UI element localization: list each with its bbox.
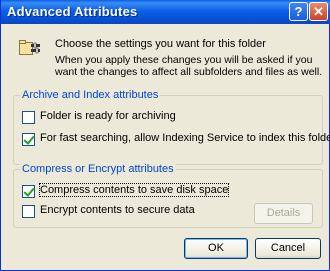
index-folder-checkbox[interactable] — [22, 133, 35, 146]
title-bar[interactable]: Advanced Attributes ? ✕ — [1, 0, 330, 24]
compress-checkbox[interactable] — [22, 185, 35, 198]
folder-settings-icon — [19, 40, 40, 55]
encrypt-label[interactable]: Encrypt contents to secure data — [40, 204, 195, 216]
details-button[interactable]: Details — [254, 203, 313, 224]
archive-ready-checkbox[interactable] — [22, 111, 35, 124]
archive-index-group: Archive and Index attributes Folder is r… — [13, 89, 330, 165]
archive-index-group-title: Archive and Index attributes — [20, 89, 161, 102]
ok-button[interactable]: OK — [184, 238, 248, 259]
cancel-button[interactable]: Cancel — [255, 238, 321, 259]
compress-encrypt-group: Compress or Encrypt attributes Compress … — [13, 163, 323, 228]
close-button[interactable]: ✕ — [309, 2, 328, 21]
advanced-attributes-dialog: Advanced Attributes ? ✕ Choose the setti… — [0, 0, 330, 271]
help-button[interactable]: ? — [289, 2, 308, 21]
index-folder-label[interactable]: For fast searching, allow Indexing Servi… — [40, 132, 330, 144]
window-title: Advanced Attributes — [7, 4, 138, 19]
compress-encrypt-group-title: Compress or Encrypt attributes — [20, 163, 176, 176]
encrypt-checkbox[interactable] — [22, 205, 35, 218]
intro-heading: Choose the settings you want for this fo… — [55, 38, 266, 50]
archive-ready-label[interactable]: Folder is ready for archiving — [40, 110, 176, 122]
compress-label[interactable]: Compress contents to save disk space — [38, 183, 230, 197]
intro-description: When you apply these changes you will be… — [55, 54, 323, 78]
